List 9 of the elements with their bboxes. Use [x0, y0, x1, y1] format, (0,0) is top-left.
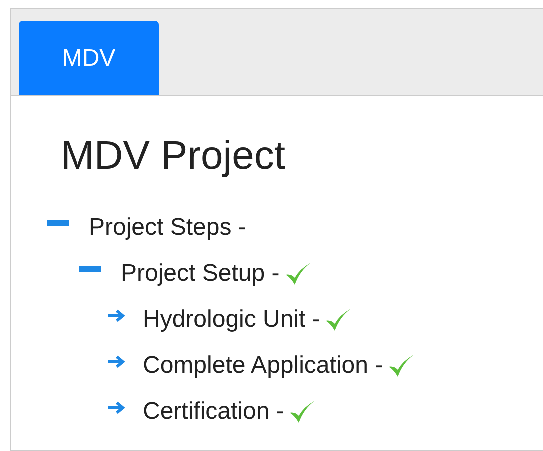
- page-title: MDV Project: [61, 134, 286, 179]
- tree-item[interactable]: Certification -: [143, 398, 284, 426]
- tree-item[interactable]: Complete Application -: [143, 352, 384, 380]
- tree-item[interactable]: Project Setup -: [121, 260, 280, 288]
- tree-item[interactable]: Hydrologic Unit -: [143, 306, 320, 334]
- tab[interactable]: MDV: [19, 21, 159, 95]
- tree-item[interactable]: Project Steps -: [89, 214, 246, 242]
- minus-icon[interactable]: [47, 220, 69, 226]
- minus-icon[interactable]: [79, 266, 101, 272]
